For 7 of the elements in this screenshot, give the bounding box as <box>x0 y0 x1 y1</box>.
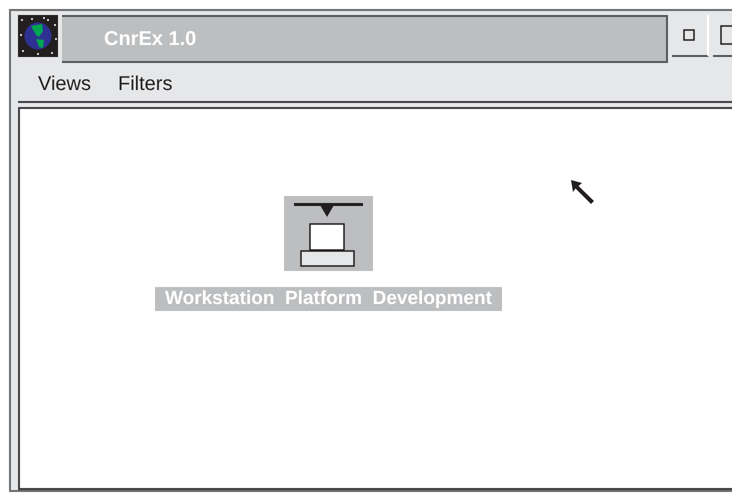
window-title: CnrEx 1.0 <box>62 15 668 63</box>
minimize-icon <box>683 29 696 41</box>
globe-icon[interactable] <box>18 15 58 57</box>
menu-item[interactable]: Filters <box>110 69 192 99</box>
workstation-icon[interactable] <box>284 196 373 271</box>
mouse-cursor-icon <box>570 179 596 205</box>
menu-item[interactable]: Views <box>30 69 110 99</box>
